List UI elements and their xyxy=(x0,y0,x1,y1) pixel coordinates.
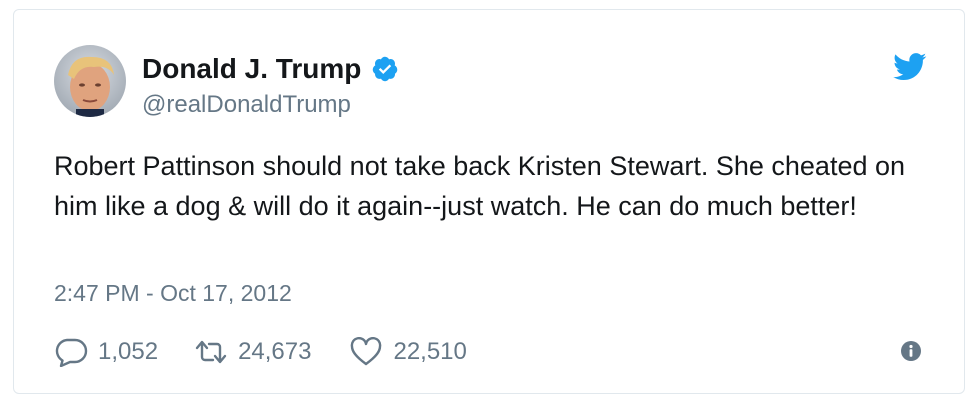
heart-icon xyxy=(351,337,382,366)
tweet-text: Robert Pattinson should not take back Kr… xyxy=(54,151,906,221)
author-handle[interactable]: @realDonaldTrump xyxy=(142,90,351,120)
tweet-actions: 1,052 24,673 22,510 xyxy=(54,335,467,369)
like-button[interactable]: 22,510 xyxy=(349,337,467,367)
tweet-timestamp[interactable]: 2:47 PM - Oct 17, 2012 xyxy=(54,278,292,308)
avatar-image xyxy=(54,45,126,117)
retweet-icon xyxy=(195,340,227,364)
retweet-button[interactable]: 24,673 xyxy=(194,337,311,367)
twitter-bird-icon[interactable] xyxy=(893,53,927,81)
reply-count: 1,052 xyxy=(98,338,159,365)
verified-badge-icon xyxy=(373,56,398,82)
retweet-count: 24,673 xyxy=(238,338,312,365)
tweet-card[interactable]: Donald J. Trump @realDonaldTrump Robert … xyxy=(13,9,965,394)
reply-bubble-icon xyxy=(55,338,88,367)
avatar[interactable] xyxy=(54,45,126,117)
author-name-row[interactable]: Donald J. Trump xyxy=(142,52,399,86)
reply-button[interactable]: 1,052 xyxy=(54,337,158,367)
info-icon[interactable] xyxy=(900,340,922,362)
like-count: 22,510 xyxy=(393,338,467,365)
author-name[interactable]: Donald J. Trump xyxy=(142,52,361,86)
